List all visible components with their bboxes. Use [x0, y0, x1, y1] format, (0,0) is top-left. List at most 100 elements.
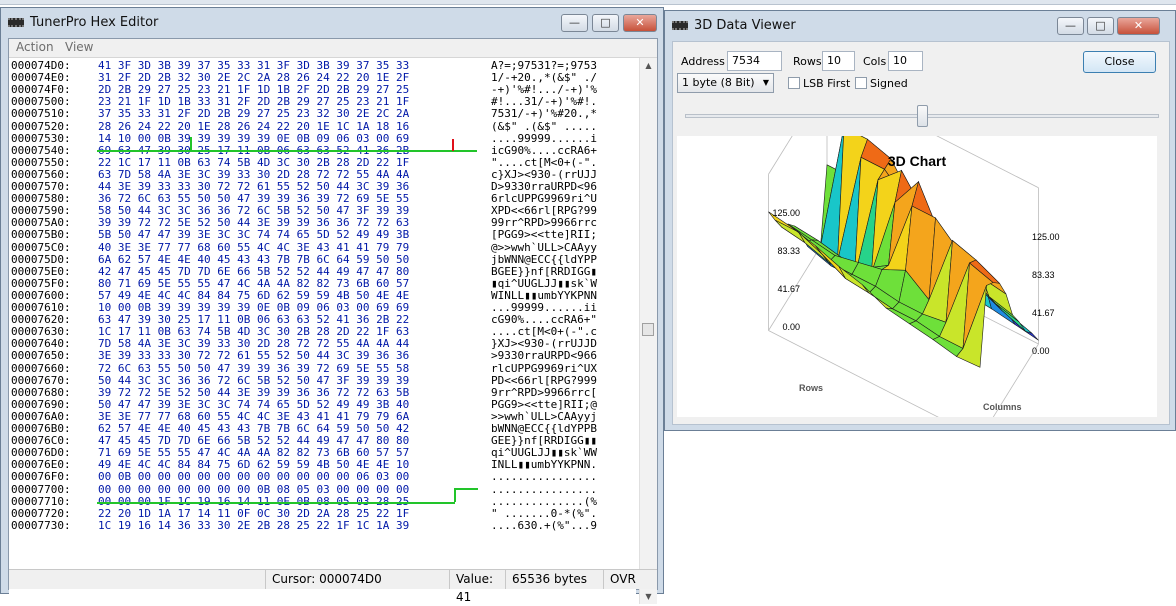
- menu-view[interactable]: View: [65, 40, 93, 54]
- hex-row-ascii[interactable]: BGEE}}nf[RRDIGG▮: [491, 265, 597, 278]
- hex-row-bytes[interactable]: 42 47 45 45 7D 7D 6E 66 5B 52 52 44 49 4…: [98, 265, 409, 278]
- hex-row-ascii[interactable]: PD<<66rl[RPG?999: [491, 374, 597, 387]
- hex-row[interactable]: 000075B0: 5B 50 47 47 39 3E 3C 3C 74 74 6…: [9, 229, 636, 241]
- status-bar: Cursor: 000074D0 Value: 41 65536 bytes O…: [9, 569, 657, 604]
- hex-row-bytes[interactable]: 22 1C 17 11 0B 63 74 5B 4D 3C 30 2B 28 2…: [98, 156, 409, 169]
- scroll-down-arrow-icon[interactable]: ▼: [640, 589, 657, 604]
- selection-end-tick: [454, 488, 456, 502]
- data-viewer-client: Address 7534 Rows 10 Cols 10 Close 1 byt…: [672, 41, 1170, 439]
- rows-input[interactable]: 10: [822, 51, 855, 71]
- minimize-button[interactable]: —: [561, 14, 588, 32]
- scroll-up-arrow-icon[interactable]: ▲: [640, 58, 657, 73]
- hex-row-bytes[interactable]: 37 35 33 31 2F 2D 2B 29 27 25 23 32 30 2…: [98, 108, 409, 120]
- hex-row-ascii[interactable]: icG90%....ccRA6+: [491, 144, 597, 157]
- right-z-tick-label: 0.00: [1032, 346, 1050, 356]
- hex-row[interactable]: 00007680: 39 72 72 5E 52 50 44 3E 39 39 3…: [9, 385, 636, 399]
- hex-row-ascii[interactable]: ....99999......i: [491, 132, 597, 145]
- hex-row-address: 000075C0:: [11, 240, 71, 254]
- hex-row-bytes[interactable]: 6A 62 57 4E 4E 40 45 43 43 7B 7B 6C 64 5…: [98, 253, 409, 266]
- hex-row-bytes[interactable]: 40 3E 3E 77 77 68 60 55 4C 4C 3E 43 41 4…: [98, 241, 409, 254]
- hex-row-ascii[interactable]: ................: [491, 471, 597, 483]
- hex-row[interactable]: 00007690: 50 47 47 39 3E 3C 3C 74 74 65 5…: [9, 398, 636, 411]
- hex-row[interactable]: 00007660: 72 6C 63 55 50 50 47 39 39 36 3…: [9, 361, 636, 375]
- menu-action[interactable]: Action: [16, 40, 54, 54]
- hex-row-bytes[interactable]: 1C 19 16 14 36 33 30 2E 2B 28 25 22 1F 1…: [98, 519, 409, 532]
- hex-row[interactable]: 000075F0: 80 71 69 5E 55 55 47 4C 4A 4A 8…: [9, 277, 636, 290]
- slider-thumb[interactable]: [917, 105, 928, 127]
- address-input[interactable]: 7534: [727, 51, 782, 71]
- minimize-button[interactable]: —: [1057, 17, 1084, 35]
- hex-row[interactable]: 00007550: 22 1C 17 11 0B 63 74 5B 4D 3C 3…: [9, 156, 636, 169]
- vertical-scrollbar[interactable]: ▲ ▼: [639, 58, 657, 604]
- hex-grid[interactable]: 000074D0: 41 3F 3D 3B 39 37 35 33 31 3F 3…: [9, 58, 636, 604]
- hex-row-bytes[interactable]: 00 0B 00 00 00 00 00 00 00 00 00 00 00 0…: [98, 471, 409, 483]
- hex-row-ascii[interactable]: >9330rraURPD<966: [491, 350, 597, 362]
- lsb-first-checkbox[interactable]: [788, 77, 800, 89]
- hex-row-ascii[interactable]: rlcUPPG9969ri^UX: [491, 362, 597, 375]
- hex-row[interactable]: 00007700: 00 00 00 00 00 00 00 00 0B 08 0…: [9, 483, 636, 496]
- hex-row-ascii[interactable]: " .......0-*(%".: [491, 507, 597, 520]
- hex-row-bytes[interactable]: 80 71 69 5E 55 55 47 4C 4A 4A 82 82 73 6…: [98, 277, 409, 290]
- hex-row-ascii[interactable]: ..............(%: [491, 495, 597, 508]
- close-button[interactable]: ✕: [1117, 17, 1160, 35]
- hex-row-ascii[interactable]: jbWNN@ECC{{ldYPP: [491, 253, 597, 266]
- hex-row[interactable]: 00007720: 22 20 1D 1A 17 14 11 0F 0C 30 2…: [9, 507, 636, 520]
- left-z-tick-label: 125.00: [772, 208, 800, 218]
- signed-checkbox[interactable]: [855, 77, 867, 89]
- hex-row-bytes[interactable]: 22 20 1D 1A 17 14 11 0F 0C 30 2D 2A 28 2…: [98, 507, 409, 520]
- close-dialog-button[interactable]: Close: [1083, 51, 1156, 73]
- hex-row-address: 00007660:: [11, 361, 71, 375]
- hex-row[interactable]: 000075E0: 42 47 45 45 7D 7D 6E 66 5B 52 5…: [9, 265, 636, 278]
- chart-title: 3D Chart: [888, 153, 947, 169]
- hex-row-bytes[interactable]: 50 47 47 39 3E 3C 3C 74 74 65 5D 52 49 4…: [98, 398, 409, 411]
- hex-row[interactable]: 000075D0: 6A 62 57 4E 4E 40 45 43 43 7B 7…: [9, 253, 636, 266]
- hex-row-bytes[interactable]: 28 26 24 22 20 1E 28 26 24 22 20 1E 1C 1…: [98, 120, 409, 133]
- hex-row-bytes[interactable]: 00 00 00 00 00 00 00 00 0B 08 05 03 00 0…: [98, 483, 409, 496]
- hex-row-address: 00007710:: [11, 494, 71, 508]
- hex-row-ascii[interactable]: ▮qi^UUGLJJ▮▮sk`W: [491, 277, 597, 290]
- hex-row-address: 00007680:: [11, 385, 71, 399]
- status-size: 65536 bytes: [505, 570, 603, 589]
- hex-row-bytes[interactable]: 3E 39 33 33 30 72 72 61 55 52 50 44 3C 3…: [98, 350, 409, 362]
- hex-row-ascii[interactable]: ................: [491, 483, 597, 496]
- hex-row-ascii[interactable]: PGG9><<tte]RII;@: [491, 398, 597, 411]
- hex-row-bytes[interactable]: 72 6C 63 55 50 50 47 39 39 36 39 72 69 5…: [98, 362, 409, 375]
- hex-row[interactable]: 000075C0: 40 3E 3E 77 77 68 60 55 4C 4C 3…: [9, 240, 636, 254]
- hex-row[interactable]: 00007530: 14 10 00 0B 39 39 39 39 39 0E 0…: [9, 132, 636, 145]
- hex-row[interactable]: 00007510: 37 35 33 31 2F 2D 2B 29 27 25 2…: [9, 108, 636, 120]
- hex-row[interactable]: 00007670: 50 44 3C 3C 36 36 72 6C 5B 52 5…: [9, 374, 636, 387]
- hex-row-ascii[interactable]: 7531/-+)'%#20.,*: [491, 108, 597, 120]
- hex-row-ascii[interactable]: 9rr^RPD>9966rrc[: [491, 386, 597, 399]
- hex-row-address: 00007510:: [11, 107, 71, 121]
- hex-row-ascii[interactable]: (&$" .(&$" .....: [491, 120, 597, 133]
- hex-row[interactable]: 00007520: 28 26 24 22 20 1E 28 26 24 22 2…: [9, 120, 636, 133]
- hex-row-bytes[interactable]: 14 10 00 0B 39 39 39 39 39 0E 0B 09 06 0…: [98, 132, 409, 145]
- data-viewer-titlebar[interactable]: 3D Data Viewer — □ ✕: [665, 11, 1175, 41]
- hex-row-bytes[interactable]: 50 44 3C 3C 36 36 72 6C 5B 52 50 47 3F 3…: [98, 374, 409, 387]
- data-size-select[interactable]: 1 byte (8 Bit) ▼: [677, 73, 774, 93]
- chart-box-edge: [768, 79, 828, 175]
- hex-row[interactable]: 000076F0: 00 0B 00 00 00 00 00 00 00 00 0…: [9, 471, 636, 483]
- hex-row-bytes[interactable]: 5B 50 47 47 39 3E 3C 3C 74 74 65 5D 52 4…: [98, 229, 409, 241]
- taskbar-strip: [0, 0, 1176, 5]
- selection-end-cap: [454, 488, 478, 490]
- close-button[interactable]: ✕: [623, 14, 657, 32]
- scroll-thumb[interactable]: [642, 323, 654, 336]
- hex-row-address: 000075B0:: [11, 228, 71, 242]
- cols-input[interactable]: 10: [888, 51, 923, 71]
- right-z-tick-label: 83.33: [1032, 270, 1055, 280]
- hex-row-ascii[interactable]: "....ct[M<0+(-".: [491, 156, 597, 169]
- hex-row-ascii[interactable]: [PGG9><<tte]RII;: [491, 229, 597, 241]
- maximize-button[interactable]: □: [592, 14, 619, 32]
- data-viewer-window: 3D Data Viewer — □ ✕ Address 7534 Rows 1…: [664, 10, 1176, 439]
- hex-editor-titlebar[interactable]: TunerPro Hex Editor — □ ✕: [1, 8, 663, 38]
- status-value: Value: 41: [449, 570, 505, 604]
- maximize-button[interactable]: □: [1087, 17, 1114, 35]
- hex-row-bytes[interactable]: 39 72 72 5E 52 50 44 3E 39 39 36 36 72 7…: [98, 386, 409, 399]
- hex-row[interactable]: 00007650: 3E 39 33 33 30 72 72 61 55 52 5…: [9, 350, 636, 362]
- hex-row-ascii[interactable]: ....630.+(%"...9: [491, 519, 597, 532]
- hex-row[interactable]: 00007730: 1C 19 16 14 36 33 30 2E 2B 28 2…: [9, 519, 636, 532]
- hex-row-ascii[interactable]: @>>wwh`ULL>CAAyy: [491, 241, 597, 254]
- dropdown-arrow-icon: ▼: [762, 78, 769, 87]
- chip-icon: [8, 18, 24, 27]
